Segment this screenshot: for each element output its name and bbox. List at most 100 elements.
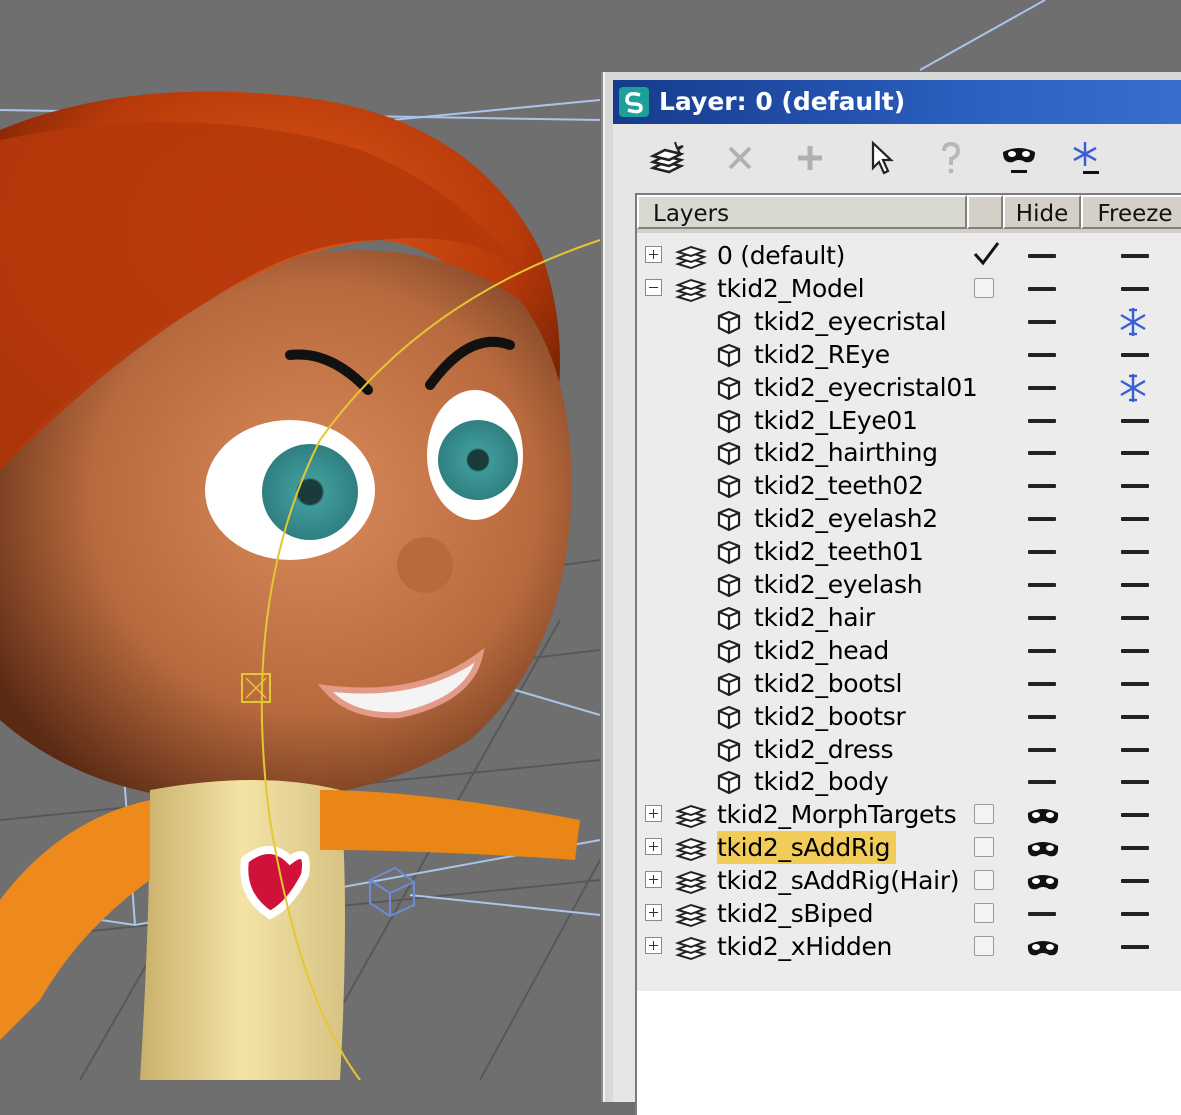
object-row[interactable]: tkid2_hair — [637, 601, 1181, 634]
expand-icon[interactable] — [645, 838, 662, 856]
layer-name[interactable]: tkid2_sAddRig(Hair) — [717, 864, 965, 897]
hidden-mask-icon[interactable] — [1026, 837, 1060, 859]
object-row[interactable]: tkid2_LEye01 — [637, 404, 1181, 437]
frozen-snowflake-icon[interactable] — [1117, 306, 1149, 338]
layer-list[interactable]: Layers Hide Freeze 0 (default) tkid2_Mode… — [635, 193, 1181, 1115]
freeze-toggle[interactable] — [1121, 615, 1149, 620]
object-name[interactable]: tkid2_eyecristal01 — [754, 371, 984, 404]
layer-name[interactable]: tkid2_MorphTargets — [717, 798, 962, 831]
column-header-hide[interactable]: Hide — [1003, 195, 1081, 229]
hide-toggle[interactable] — [1028, 550, 1056, 555]
object-name[interactable]: tkid2_eyelash2 — [754, 502, 944, 535]
layer-name[interactable]: tkid2_Model — [717, 272, 870, 305]
freeze-toggle[interactable] — [1121, 583, 1149, 587]
current-layer-checkmark-icon[interactable] — [971, 239, 1001, 269]
hidden-mask-icon[interactable] — [1026, 870, 1060, 892]
object-name[interactable]: tkid2_teeth02 — [754, 469, 930, 502]
object-row[interactable]: tkid2_REye — [637, 338, 1181, 371]
hide-toggle[interactable] — [1028, 484, 1056, 489]
freeze-toggle[interactable] — [1121, 418, 1149, 423]
expand-icon[interactable] — [645, 904, 662, 921]
set-current-checkbox[interactable] — [974, 870, 994, 891]
object-row[interactable]: tkid2_head — [637, 634, 1181, 667]
layer-row[interactable]: tkid2_sAddRig(Hair) — [637, 864, 1181, 897]
hide-toggle[interactable] — [1028, 747, 1056, 752]
set-current-checkbox[interactable] — [974, 804, 994, 825]
expand-icon[interactable] — [645, 936, 662, 954]
freeze-toggle[interactable] — [1121, 912, 1149, 916]
hide-toggle[interactable] — [1028, 681, 1056, 686]
set-current-checkbox[interactable] — [974, 903, 994, 923]
freeze-toggle[interactable] — [1121, 813, 1149, 818]
object-row[interactable]: tkid2_eyecristal01 — [637, 371, 1181, 404]
freeze-unfreeze-all-button[interactable] — [1065, 136, 1109, 180]
freeze-toggle[interactable] — [1121, 648, 1149, 653]
layer-row[interactable]: tkid2_Model — [637, 272, 1181, 305]
column-header-current[interactable] — [967, 195, 1003, 229]
delete-layer-button[interactable] — [718, 136, 762, 180]
freeze-toggle[interactable] — [1121, 780, 1149, 785]
object-row[interactable]: tkid2_body — [637, 765, 1181, 798]
object-name[interactable]: tkid2_body — [754, 765, 894, 798]
freeze-toggle[interactable] — [1121, 517, 1149, 522]
add-to-layer-button[interactable] — [788, 136, 832, 180]
object-name[interactable]: tkid2_dress — [754, 733, 899, 766]
select-objects-button[interactable] — [859, 136, 903, 180]
layer-name[interactable]: tkid2_xHidden — [717, 930, 898, 963]
object-row[interactable]: tkid2_bootsr — [637, 700, 1181, 733]
object-name[interactable]: tkid2_REye — [754, 338, 896, 371]
hide-toggle[interactable] — [1028, 254, 1056, 258]
object-row[interactable]: tkid2_bootsl — [637, 667, 1181, 700]
object-name[interactable]: tkid2_eyecristal — [754, 305, 952, 338]
hide-toggle[interactable] — [1028, 912, 1056, 916]
layer-row[interactable]: tkid2_MorphTargets — [637, 798, 1181, 831]
freeze-toggle[interactable] — [1121, 747, 1149, 752]
layer-name[interactable]: tkid2_sAddRig — [717, 831, 897, 865]
hide-toggle[interactable] — [1028, 615, 1056, 620]
hide-toggle[interactable] — [1028, 780, 1056, 785]
freeze-toggle[interactable] — [1121, 286, 1149, 291]
expand-icon[interactable] — [645, 246, 662, 263]
create-layer-button[interactable] — [645, 136, 689, 180]
hide-toggle[interactable] — [1028, 352, 1056, 357]
hide-unhide-all-button[interactable] — [997, 136, 1041, 180]
hide-toggle[interactable] — [1028, 385, 1056, 390]
hide-toggle[interactable] — [1028, 451, 1056, 456]
layer-row[interactable]: tkid2_xHidden — [637, 930, 1181, 963]
layer-row[interactable]: tkid2_sAddRig — [637, 831, 1181, 865]
column-header-freeze[interactable]: Freeze — [1081, 195, 1181, 229]
freeze-toggle[interactable] — [1121, 254, 1149, 258]
hide-toggle[interactable] — [1028, 583, 1056, 587]
frozen-snowflake-icon[interactable] — [1117, 372, 1149, 404]
object-name[interactable]: tkid2_bootsr — [754, 700, 911, 733]
object-row[interactable]: tkid2_teeth01 — [637, 535, 1181, 568]
hide-toggle[interactable] — [1028, 714, 1056, 719]
object-row[interactable]: tkid2_eyelash2 — [637, 502, 1181, 535]
hide-toggle[interactable] — [1028, 418, 1056, 423]
freeze-toggle[interactable] — [1121, 846, 1149, 851]
layer-row[interactable]: tkid2_sBiped — [637, 897, 1181, 930]
freeze-toggle[interactable] — [1121, 681, 1149, 686]
column-header-layers[interactable]: Layers — [637, 195, 967, 229]
hide-toggle[interactable] — [1028, 286, 1056, 291]
hide-toggle[interactable] — [1028, 517, 1056, 522]
object-row[interactable]: tkid2_hairthing — [637, 436, 1181, 469]
expand-icon[interactable] — [645, 805, 662, 823]
freeze-toggle[interactable] — [1121, 944, 1149, 949]
object-row[interactable]: tkid2_eyecristal — [637, 305, 1181, 338]
layer-name[interactable]: tkid2_sBiped — [717, 897, 879, 930]
expand-icon[interactable] — [645, 871, 662, 889]
set-current-checkbox[interactable] — [974, 277, 994, 298]
hide-toggle[interactable] — [1028, 319, 1056, 324]
object-row[interactable]: tkid2_teeth02 — [637, 469, 1181, 502]
freeze-toggle[interactable] — [1121, 352, 1149, 357]
hidden-mask-icon[interactable] — [1026, 936, 1060, 958]
hidden-mask-icon[interactable] — [1026, 804, 1060, 826]
highlight-selected-button[interactable] — [929, 136, 973, 180]
object-row[interactable]: tkid2_eyelash — [637, 568, 1181, 601]
freeze-toggle[interactable] — [1121, 714, 1149, 719]
title-bar[interactable]: Layer: 0 (default) — [613, 80, 1181, 124]
set-current-checkbox[interactable] — [974, 935, 994, 956]
object-name[interactable]: tkid2_eyelash — [754, 568, 928, 601]
freeze-toggle[interactable] — [1121, 550, 1149, 555]
